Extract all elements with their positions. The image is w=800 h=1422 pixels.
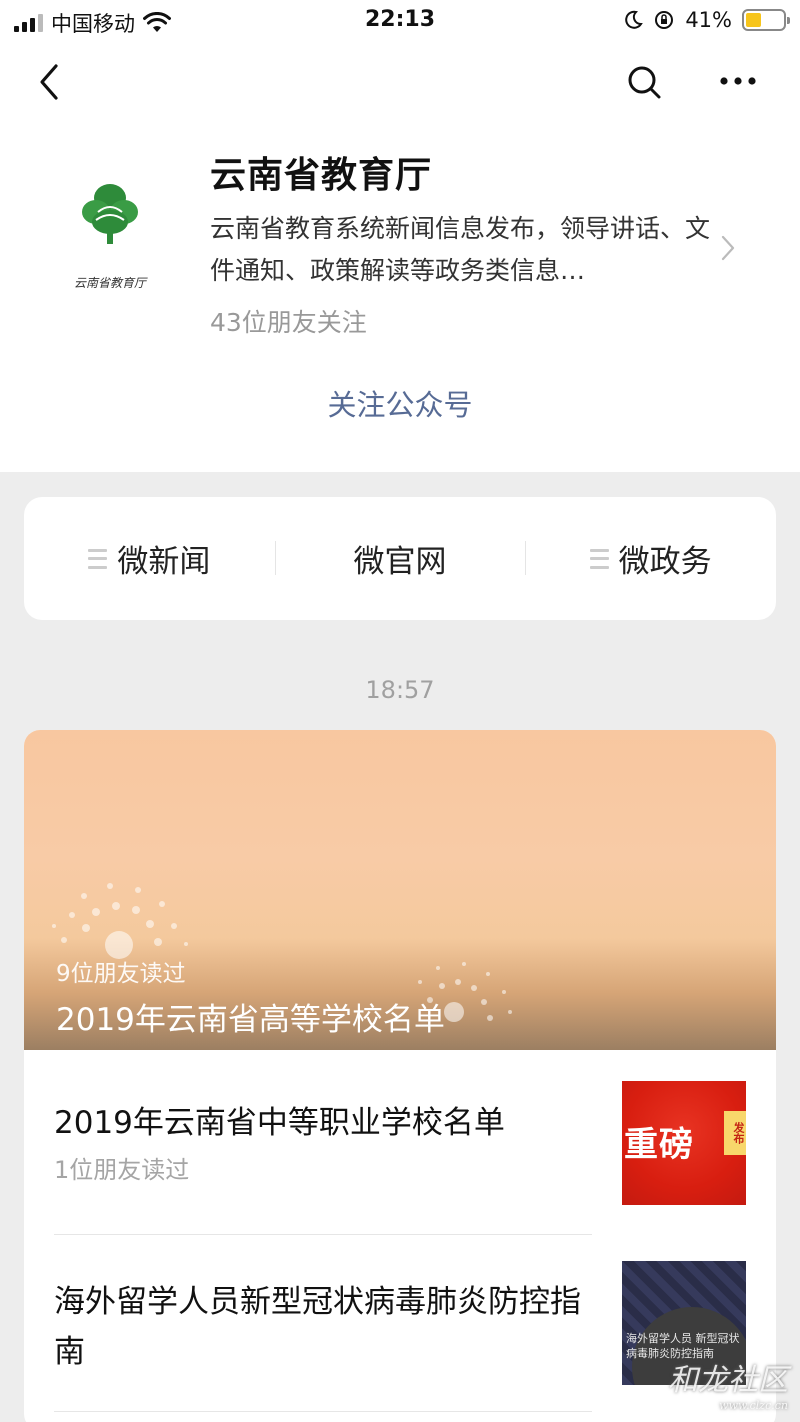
watermark-url: www.clzc.cn [719,1399,788,1412]
cover-article[interactable]: 9位朋友读过 2019年云南省高等学校名单 [24,730,776,1050]
menu-item-website[interactable]: 微官网 [274,539,526,580]
article-title: 海外留学人员新型冠状病毒肺炎防控指南 [54,1284,581,1370]
account-description[interactable]: 云南省教育系统新闻信息发布，领导讲话、文件通知、政策解读等政务类信息… [210,208,710,292]
submenu-icon [589,548,609,569]
moon-icon [625,10,644,29]
watermark-text: 和龙社区 [668,1363,788,1398]
site-watermark: 和龙社区 www.clzc.cn [668,1355,788,1412]
article-title: 2019年云南省中等职业学校名单 [54,1105,505,1141]
menu-item-label: 微政务 [618,544,712,580]
chevron-right-icon[interactable] [718,234,738,262]
article-card: 9位朋友读过 2019年云南省高等学校名单 2019年云南省中等职业学校名单 1… [24,730,776,1422]
menu-item-government[interactable]: 微政务 [525,539,776,580]
rotation-lock-icon [655,11,674,29]
cover-read-count: 9位朋友读过 [56,961,186,987]
battery-icon [742,9,790,31]
thumbnail-badge: 发布 [724,1111,746,1155]
menu-item-label: 微新闻 [117,544,211,580]
account-name: 云南省教育厅 [210,155,433,196]
more-icon[interactable] [712,66,764,96]
status-right: 41% [623,8,790,32]
menu-item-label: 微官网 [353,544,447,580]
message-timestamp: 18:57 [365,676,435,704]
friends-following: 43位朋友关注 [210,308,367,337]
logo-caption: 云南省教育厅 [73,276,146,290]
account-menu: 微新闻 微官网 微政务 [24,497,776,620]
article-divider [54,1411,592,1412]
article-read-count: 1位朋友读过 [54,1156,190,1184]
back-icon[interactable] [30,60,70,104]
thumbnail-headline: 重磅 [624,1125,694,1165]
article-item[interactable]: 2019年云南省中等职业学校名单 1位朋友读过 重磅 发布 [54,1060,746,1232]
article-thumbnail: 重磅 发布 [622,1081,746,1205]
submenu-icon [88,548,108,569]
status-bar: 中国移动 22:13 41% [0,0,800,44]
account-profile: 云南省教育厅 云南省教育厅 云南省教育系统新闻信息发布，领导讲话、文件通知、政策… [0,120,800,472]
article-item[interactable]: 海外留学人员新型冠状病毒肺炎防控指南 海外留学人员 新型冠状病毒肺炎防控指南 [54,1235,746,1411]
tree-logo-icon [82,184,138,244]
follow-button[interactable]: 关注公众号 [0,382,800,424]
nav-bar [0,44,800,120]
search-icon[interactable] [624,62,664,102]
battery-percent: 41% [685,8,732,32]
menu-item-news[interactable]: 微新闻 [24,539,275,580]
cover-title: 2019年云南省高等学校名单 [56,1002,445,1038]
account-logo: 云南省教育厅 [58,166,162,290]
